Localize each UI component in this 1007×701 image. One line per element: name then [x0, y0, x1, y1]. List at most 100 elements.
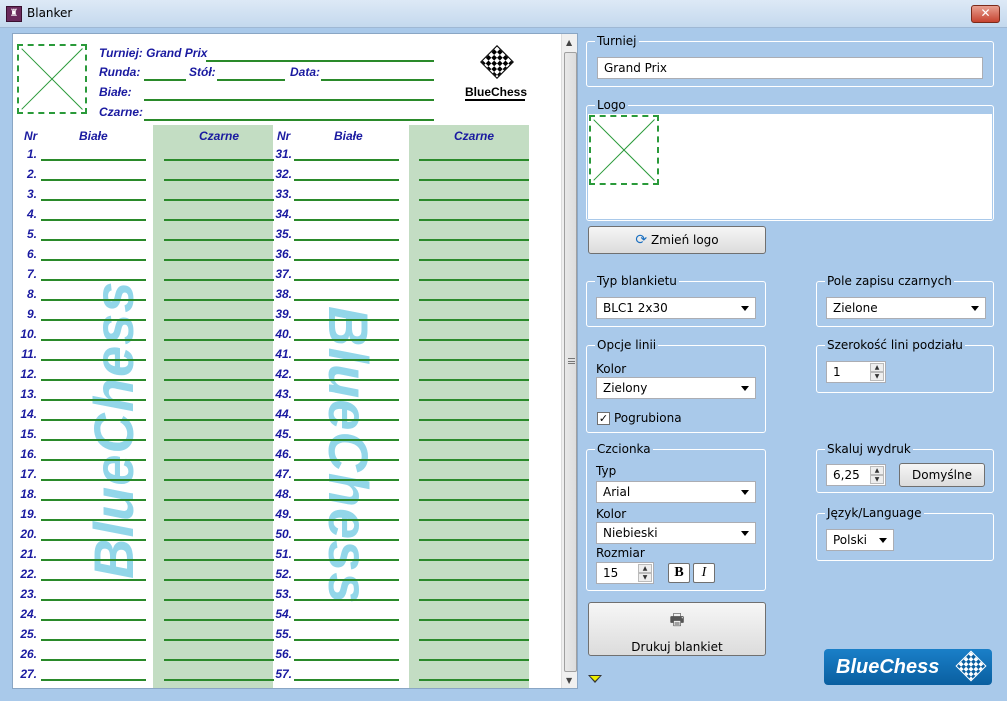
white-move-line — [41, 639, 146, 641]
sheet-runda-label: Runda: — [99, 65, 141, 79]
printer-icon: 🖶 — [669, 610, 685, 629]
black-move-line — [419, 399, 529, 401]
dropdown-arrow-icon — [741, 531, 749, 536]
white-move-line — [294, 179, 399, 181]
row-number: 51. — [275, 547, 292, 561]
col-biale-left: Białe — [79, 129, 108, 143]
spin-up-icon[interactable]: ▲ — [638, 564, 652, 573]
black-move-line — [164, 339, 274, 341]
expand-more-icon[interactable] — [588, 675, 602, 683]
white-move-line — [294, 479, 399, 481]
black-moves-column-left — [153, 125, 273, 688]
white-move-line — [41, 279, 146, 281]
black-move-line — [419, 659, 529, 661]
window-title: Blanker — [27, 6, 73, 20]
print-button[interactable]: 🖶 Drukuj blankiet — [588, 602, 766, 656]
group-jezyk: Język/Language Polski — [816, 506, 994, 561]
black-field-select[interactable]: Zielone — [826, 297, 986, 319]
black-move-line — [164, 479, 274, 481]
language-select[interactable]: Polski — [826, 529, 894, 551]
black-move-line — [164, 639, 274, 641]
spin-up-icon[interactable]: ▲ — [870, 363, 884, 372]
font-bold-button[interactable]: B — [668, 563, 690, 583]
black-move-line — [164, 559, 274, 561]
white-move-line — [41, 679, 146, 681]
row-number: 19. — [20, 507, 37, 521]
white-move-line — [41, 579, 146, 581]
scale-spinner[interactable]: 6,25 ▲ ▼ — [826, 464, 886, 486]
row-number: 8. — [26, 287, 37, 301]
row-number: 26. — [20, 647, 37, 661]
scroll-down-icon[interactable]: ▼ — [566, 676, 572, 685]
row-number: 5. — [26, 227, 37, 241]
row-number: 39. — [275, 307, 292, 321]
white-move-line — [41, 219, 146, 221]
form-type-select[interactable]: BLC1 2x30 — [596, 297, 756, 319]
black-move-line — [164, 679, 274, 681]
row-number: 40. — [275, 327, 292, 341]
row-number: 17. — [20, 467, 37, 481]
tournament-input[interactable]: Grand Prix — [597, 57, 983, 79]
divider-width-spinner[interactable]: 1 ▲ ▼ — [826, 361, 886, 383]
bold-line-checkbox[interactable]: ✓ — [597, 412, 610, 425]
sheet-logo-placeholder — [17, 44, 87, 114]
spin-up-icon[interactable]: ▲ — [870, 466, 884, 475]
change-logo-button[interactable]: ⟳ Zmień logo — [588, 226, 766, 254]
sheet-scrollbar[interactable]: ▲ ▼ — [561, 34, 577, 688]
font-italic-button[interactable]: I — [693, 563, 715, 583]
white-move-line — [294, 559, 399, 561]
divider-width-value: 1 — [833, 365, 841, 379]
font-type-select[interactable]: Arial — [596, 481, 756, 503]
legend-opcje-linii: Opcje linii — [595, 338, 659, 352]
font-color-label: Kolor — [596, 507, 627, 521]
black-move-line — [164, 499, 274, 501]
white-move-line — [41, 379, 146, 381]
chessboard-diamond-icon — [955, 650, 987, 682]
dropdown-arrow-icon — [741, 490, 749, 495]
row-number: 46. — [275, 447, 292, 461]
change-logo-label: Zmień logo — [650, 233, 719, 247]
font-size-spinner[interactable]: 15 ▲ ▼ — [596, 562, 654, 584]
white-move-line — [294, 399, 399, 401]
row-number: 24. — [20, 607, 37, 621]
black-move-line — [164, 259, 274, 261]
spin-down-icon[interactable]: ▼ — [870, 475, 884, 484]
spin-down-icon[interactable]: ▼ — [870, 372, 884, 381]
language-value: Polski — [833, 533, 868, 547]
white-move-line — [41, 419, 146, 421]
legend-czcionka: Czcionka — [595, 442, 653, 456]
white-move-line — [294, 219, 399, 221]
white-move-line — [41, 259, 146, 261]
default-scale-button[interactable]: Domyślne — [899, 463, 985, 487]
black-move-line — [419, 619, 529, 621]
close-button[interactable]: ✕ — [971, 5, 1000, 23]
row-number: 36. — [275, 247, 292, 261]
col-nr-left: Nr — [24, 129, 38, 143]
row-number: 49. — [275, 507, 292, 521]
white-move-line — [294, 159, 399, 161]
row-number: 54. — [275, 607, 292, 621]
white-move-line — [41, 459, 146, 461]
black-move-line — [419, 159, 529, 161]
black-move-line — [164, 419, 274, 421]
row-number: 56. — [275, 647, 292, 661]
row-number: 48. — [275, 487, 292, 501]
black-move-line — [164, 659, 274, 661]
scroll-up-icon[interactable]: ▲ — [566, 38, 572, 47]
white-move-line — [41, 339, 146, 341]
black-move-line — [164, 179, 274, 181]
white-move-line — [41, 619, 146, 621]
row-number: 34. — [275, 207, 292, 221]
row-number: 44. — [275, 407, 292, 421]
row-number: 3. — [26, 187, 37, 201]
black-move-line — [164, 159, 274, 161]
scroll-thumb[interactable] — [564, 52, 577, 672]
font-color-select[interactable]: Niebieski — [596, 522, 756, 544]
line-color-select[interactable]: Zielony — [596, 377, 756, 399]
black-move-line — [164, 619, 274, 621]
row-number: 38. — [275, 287, 292, 301]
white-move-line — [41, 399, 146, 401]
spin-down-icon[interactable]: ▼ — [638, 573, 652, 582]
white-move-line — [294, 459, 399, 461]
white-move-line — [294, 339, 399, 341]
